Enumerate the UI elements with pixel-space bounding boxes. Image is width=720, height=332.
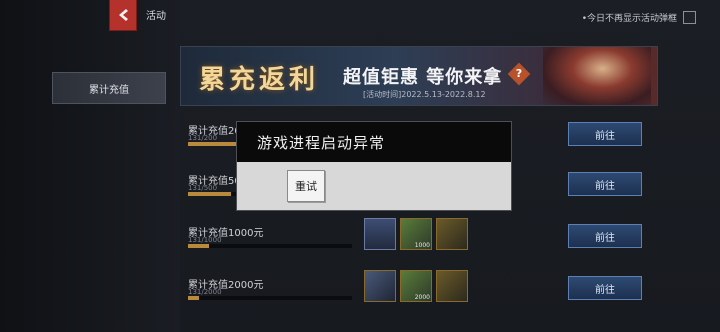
banner-title: 累充返利	[199, 65, 320, 95]
gem-pack-icon[interactable]: 1000	[400, 218, 432, 250]
row-progress-text: 131/200	[188, 134, 218, 142]
question-icon[interactable]: ?	[507, 62, 531, 86]
gem-pack-icon[interactable]: 2000	[400, 270, 432, 302]
list-item: 累计充值2000元 131/2000 2000 前往	[180, 270, 656, 320]
hero-card-icon[interactable]	[364, 218, 396, 250]
row-progress-text: 131/1000	[188, 236, 222, 244]
left-panel-bg	[0, 0, 180, 332]
go-button[interactable]: 前往	[568, 276, 642, 300]
dialog-title: 游戏进程启动异常	[237, 122, 511, 162]
error-dialog: 游戏进程启动异常 重试	[236, 121, 512, 211]
list-item: 累计充值1000元 131/1000 1000 前往	[180, 218, 656, 268]
weapon-item-icon[interactable]	[364, 270, 396, 302]
row-progress-text: 131/500	[188, 184, 218, 192]
key-icon[interactable]	[436, 218, 468, 250]
row-progress-text: 131/2000	[188, 288, 222, 296]
progress-bar	[188, 296, 352, 300]
go-button[interactable]: 前往	[568, 172, 642, 196]
page-title: 活动	[146, 11, 166, 22]
banner-date: [活动时间]2022.5.13-2022.8.12	[363, 90, 486, 99]
hero-portrait-image	[543, 47, 651, 105]
event-banner: 累充返利 超值钜惠 等你来拿 ? [活动时间]2022.5.13-2022.8.…	[180, 46, 658, 106]
back-button[interactable]	[110, 0, 136, 30]
key-icon[interactable]	[436, 270, 468, 302]
no-show-toggle[interactable]: •今日不再显示活动弹框	[582, 11, 696, 24]
no-show-label: •今日不再显示活动弹框	[581, 14, 677, 24]
sidebar-item-cumulative-topup[interactable]: 累计充值	[52, 72, 166, 104]
sidebar-item-label: 累计充值	[89, 84, 129, 96]
banner-subtitle: 超值钜惠 等你来拿	[343, 67, 503, 88]
progress-bar	[188, 244, 352, 248]
retry-button[interactable]: 重试	[287, 170, 325, 202]
checkbox-icon[interactable]	[683, 11, 696, 24]
go-button[interactable]: 前往	[568, 224, 642, 248]
back-arrow-icon	[119, 9, 128, 21]
go-button[interactable]: 前往	[568, 122, 642, 146]
